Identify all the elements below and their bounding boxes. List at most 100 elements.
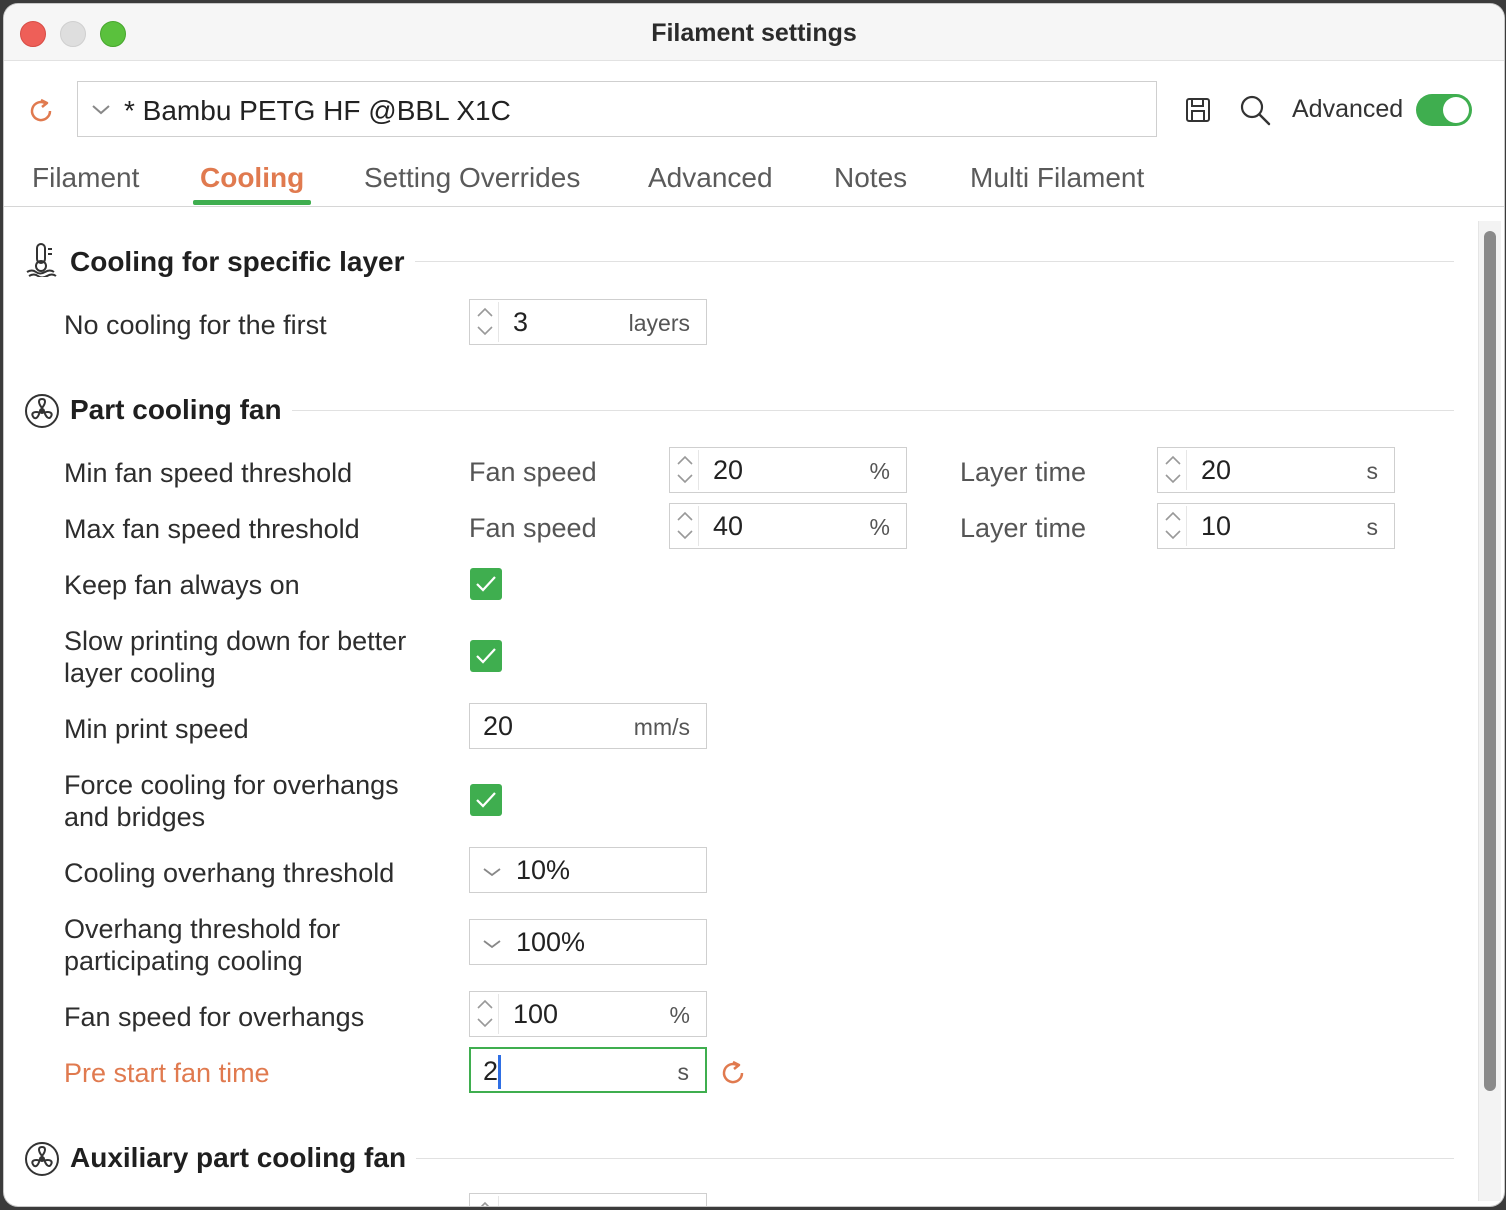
chevron-up-icon[interactable] [476,1200,494,1206]
tab-advanced[interactable]: Advanced [648,162,773,194]
max-fan-layer-time-input[interactable]: 10 s [1157,503,1395,549]
stepper[interactable] [672,450,699,490]
no-cooling-layers-input[interactable]: 3 layers [469,299,707,345]
keep-fan-on-checkbox[interactable] [470,568,502,600]
keep-fan-on-label: Keep fan always on [64,570,300,600]
participating-label-line2: participating cooling [64,946,303,976]
filament-settings-window: Filament settings * Bambu PETG HF @BBL X… [4,4,1504,1206]
checkmark-icon [476,648,496,664]
scrollbar-thumb[interactable] [1484,231,1496,1091]
title-bar: Filament settings [4,4,1504,61]
reset-value-icon[interactable] [718,1058,748,1088]
vertical-scrollbar[interactable] [1478,221,1501,1201]
pre-start-fan-input[interactable]: 2 s [469,1047,707,1093]
max-fan-speed-label: Fan speed [469,513,597,543]
slow-down-checkbox[interactable] [470,640,502,672]
stepper[interactable] [472,1196,499,1206]
field-value: 3 [513,307,529,337]
chevron-up-icon[interactable] [476,306,494,318]
field-unit: s [1366,458,1379,484]
overhang-threshold-dropdown[interactable]: 10% [469,847,707,893]
save-icon[interactable] [1184,96,1212,124]
field-value: 100% [516,927,586,957]
tab-multi-filament[interactable]: Multi Filament [970,162,1144,194]
chevron-down-icon [483,868,501,877]
toggle-knob [1443,97,1469,123]
stepper[interactable] [672,506,699,546]
max-fan-speed-input[interactable]: 40 % [669,503,907,549]
settings-tabs: Filament Cooling Setting Overrides Advan… [4,154,1504,207]
min-print-speed-label: Min print speed [64,714,249,744]
min-print-speed-input[interactable]: 20 mm/s [469,703,707,749]
section-title-part-fan: Part cooling fan [70,394,292,426]
field-value: 100 [513,999,559,1029]
field-value: 20 [1201,455,1232,485]
force-cooling-label-line1: Force cooling for overhangs [64,770,399,800]
field-value: 2 [483,1056,499,1086]
cooling-settings-panel: Cooling for specific layer No cooling fo… [4,207,1504,1206]
field-unit: layers [628,310,690,336]
tab-filament[interactable]: Filament [32,162,139,194]
min-fan-speed-label: Fan speed [469,457,597,487]
chevron-up-icon[interactable] [676,510,694,522]
chevron-up-icon[interactable] [1164,454,1182,466]
min-fan-layer-time-input[interactable]: 20 s [1157,447,1395,493]
advanced-mode-label: Advanced [1292,95,1404,123]
no-cooling-label: No cooling for the first [64,310,327,340]
tab-setting-overrides[interactable]: Setting Overrides [364,162,580,194]
preset-dropdown[interactable]: * Bambu PETG HF @BBL X1C [77,81,1157,137]
chevron-down-icon[interactable] [1164,473,1182,485]
aux-fan-input[interactable] [469,1193,707,1206]
participating-label-line1: Overhang threshold for [64,914,341,944]
force-cooling-checkbox[interactable] [470,784,502,816]
search-icon[interactable] [1238,93,1272,127]
fan-overhangs-input[interactable]: 100 % [469,991,707,1037]
chevron-down-icon[interactable] [476,325,494,337]
chevron-up-icon[interactable] [476,998,494,1010]
checkmark-icon [476,792,496,808]
field-value: 20 [483,711,514,741]
pre-start-fan-label: Pre start fan time [64,1058,270,1088]
advanced-mode-toggle[interactable] [1416,94,1472,126]
chevron-down-icon[interactable] [1164,529,1182,541]
field-unit: mm/s [633,714,690,740]
chevron-down-icon[interactable] [476,1017,494,1029]
field-value: 10% [516,855,571,885]
thermometer-icon [26,243,57,277]
tab-cooling[interactable]: Cooling [200,162,304,194]
stepper[interactable] [1160,450,1187,490]
section-title-specific-layer: Cooling for specific layer [70,246,415,278]
field-value: 20 [713,455,744,485]
text-caret [498,1055,501,1089]
stepper[interactable] [472,994,499,1034]
field-value: 10 [1201,511,1232,541]
chevron-up-icon[interactable] [676,454,694,466]
chevron-down-icon [92,105,110,115]
participating-threshold-dropdown[interactable]: 100% [469,919,707,965]
chevron-down-icon[interactable] [676,473,694,485]
field-unit: s [1366,514,1379,540]
force-cooling-label-line2: and bridges [64,802,206,832]
field-unit: s [677,1059,690,1085]
field-value: 40 [713,511,744,541]
chevron-down-icon [483,940,501,949]
active-tab-indicator [193,200,311,205]
chevron-up-icon[interactable] [1164,510,1182,522]
fan-overhangs-label: Fan speed for overhangs [64,1002,365,1032]
min-fan-threshold-label: Min fan speed threshold [64,458,353,488]
chevron-down-icon[interactable] [676,529,694,541]
section-title-aux-fan: Auxiliary part cooling fan [70,1142,417,1174]
tab-notes[interactable]: Notes [834,162,907,194]
stepper[interactable] [472,302,499,342]
min-fan-layer-time-label: Layer time [960,457,1087,487]
min-fan-speed-input[interactable]: 20 % [669,447,907,493]
max-fan-threshold-label: Max fan speed threshold [64,514,360,544]
checkmark-icon [476,576,496,592]
field-unit: % [869,514,890,540]
window-title: Filament settings [651,19,857,47]
stepper[interactable] [1160,506,1187,546]
slow-down-label-line2: layer cooling [64,658,216,688]
fan-icon [25,1142,59,1176]
reset-preset-icon[interactable] [26,96,56,126]
max-fan-layer-time-label: Layer time [960,513,1087,543]
